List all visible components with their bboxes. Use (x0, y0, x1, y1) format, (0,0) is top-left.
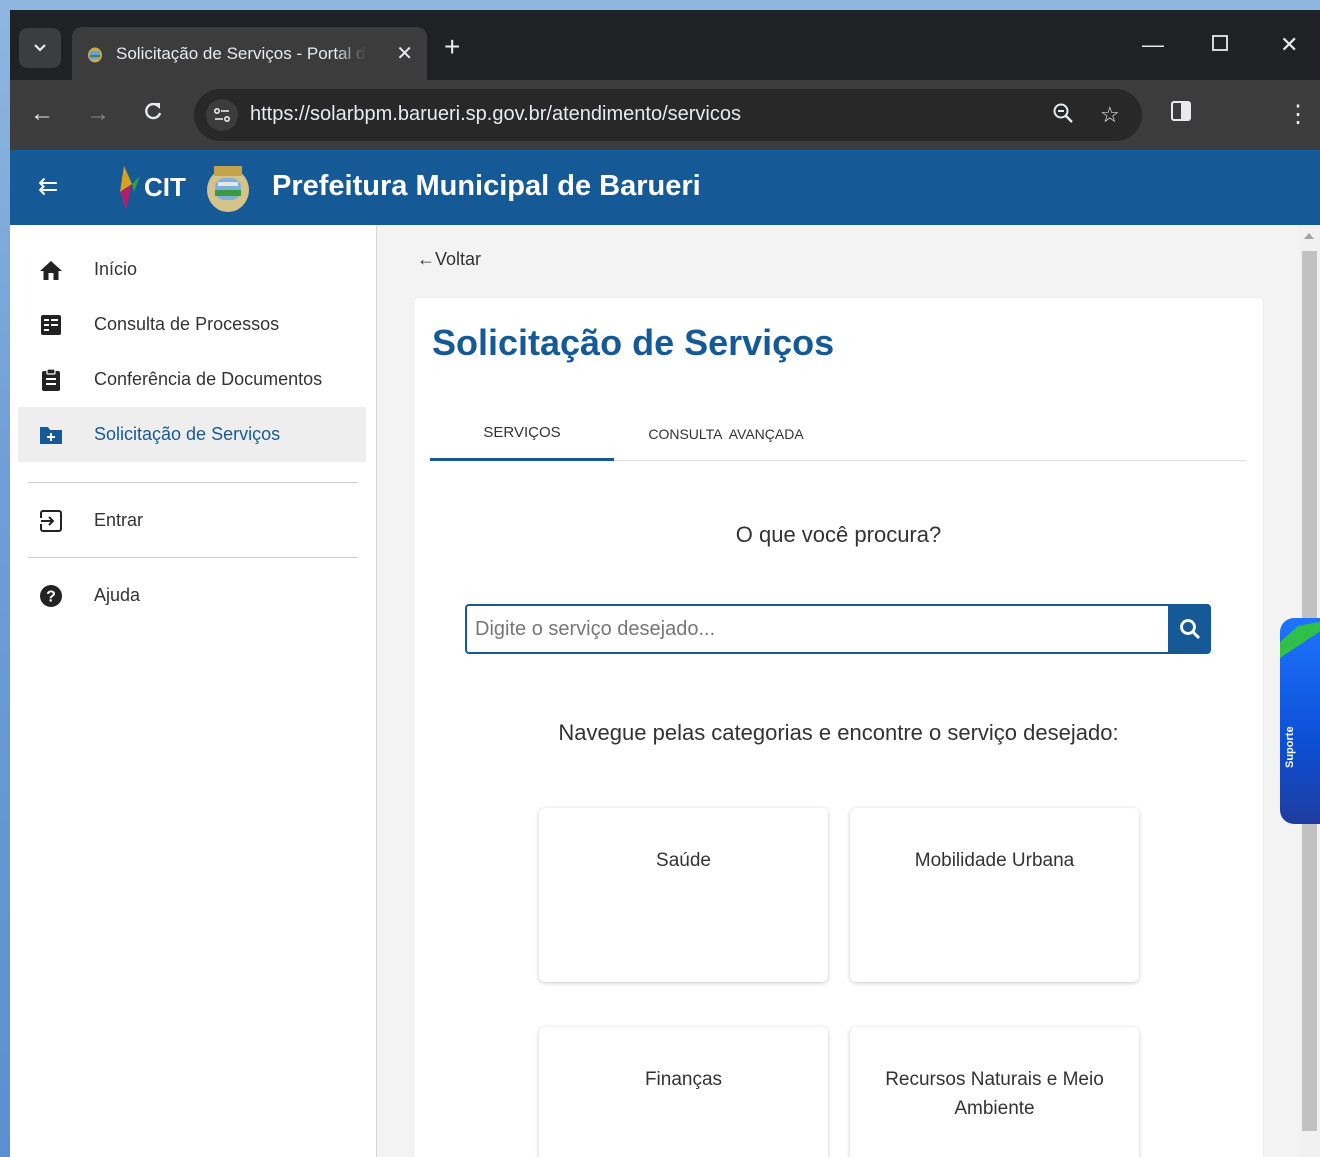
category-card-mobilidade-urbana[interactable]: Mobilidade Urbana (850, 808, 1139, 982)
support-accent (1280, 618, 1320, 658)
side-panel-icon[interactable] (1170, 100, 1192, 129)
sidebar-item-solicitacao-servicos[interactable]: Solicitação de Serviços (18, 407, 366, 462)
zoom-icon[interactable] (1052, 102, 1074, 130)
category-card-recursos-naturais[interactable]: Recursos Naturais e Meio Ambiente (850, 1027, 1139, 1157)
plus-icon[interactable]: + (444, 33, 460, 61)
window-close-icon[interactable]: ✕ (1280, 32, 1298, 58)
logo-text: CIT (144, 172, 186, 202)
tab-consulta-avancada[interactable]: CONSULTA AVANÇADA (614, 406, 838, 461)
tabs-row: SERVIÇOS CONSULTA AVANÇADA (430, 406, 1246, 461)
support-widget[interactable]: Suporte (1280, 618, 1320, 824)
search-bar (465, 604, 1211, 654)
search-prompt: O que você procura? (735, 522, 942, 547)
close-icon[interactable]: ✕ (396, 41, 413, 66)
search-input[interactable] (465, 604, 1168, 654)
barueri-crest-icon (207, 166, 249, 212)
forward-arrow-icon[interactable]: → (86, 100, 110, 128)
sidebar-item-label: Início (94, 259, 138, 279)
tab-servicos[interactable]: SERVIÇOS (430, 406, 614, 461)
site-settings-icon[interactable] (206, 99, 238, 131)
collapse-menu-icon[interactable]: ⇇ (38, 172, 58, 201)
sidebar-item-label: Conferência de Documentos (94, 369, 323, 389)
more-menu-icon[interactable]: ⋮ (1286, 100, 1310, 129)
search-button[interactable] (1168, 604, 1211, 654)
support-label: Suporte (1284, 726, 1296, 768)
list-icon (38, 312, 64, 338)
back-label: Voltar (435, 249, 482, 269)
cit-logo: CIT (120, 166, 186, 210)
maximize-icon[interactable] (1211, 32, 1229, 58)
login-icon (38, 508, 64, 534)
bookmark-star-icon[interactable]: ☆ (1100, 102, 1120, 128)
page-title: Solicitação de Serviços (432, 322, 835, 363)
browser-window: Solicitação de Serviços - Portal de ✕ + … (10, 10, 1320, 1157)
help-icon: ? (38, 583, 64, 609)
search-icon (1179, 619, 1200, 640)
browser-toolbar: ← → https://solarbpm.barueri.sp.gov.br/a… (10, 80, 1320, 150)
folder-plus-icon (38, 422, 64, 448)
sidebar-item-inicio[interactable]: Início (18, 242, 366, 297)
main-content: ←Voltar Solicitação de Serviços SERVIÇOS… (377, 225, 1299, 1157)
categories-hint: Navegue pelas categorias e encontre o se… (558, 720, 1119, 745)
app-title: Prefeitura Municipal de Barueri (272, 170, 701, 202)
sidebar-item-label: Solicitação de Serviços (94, 424, 281, 444)
sidebar-item-ajuda[interactable]: ? Ajuda (18, 568, 366, 623)
sidebar: Início Consulta de Processos Conferência… (10, 225, 377, 1157)
home-icon (38, 257, 64, 283)
sidebar-divider (28, 482, 358, 483)
app-header: ⇇ CIT Prefeitura Municipal de Barueri (10, 150, 1320, 225)
sidebar-item-label: Ajuda (94, 585, 141, 605)
browser-tab[interactable]: Solicitação de Serviços - Portal de ✕ (72, 27, 427, 80)
category-card-saude[interactable]: Saúde (539, 808, 828, 982)
back-arrow-icon[interactable]: ← (30, 100, 54, 128)
barueri-crest-icon (88, 47, 102, 62)
sidebar-item-consulta-processos[interactable]: Consulta de Processos (18, 297, 366, 352)
address-bar[interactable]: https://solarbpm.barueri.sp.gov.br/atend… (194, 89, 1142, 141)
chevron-down-icon (34, 44, 46, 52)
sidebar-item-label: Entrar (94, 510, 144, 530)
back-link[interactable]: ←Voltar (417, 249, 481, 270)
services-card: Solicitação de Serviços SERVIÇOS CONSULT… (414, 298, 1263, 1157)
sidebar-divider (28, 557, 358, 558)
svg-text:?: ? (46, 588, 56, 605)
back-arrow-icon: ← (417, 249, 435, 269)
tab-search-button[interactable] (19, 28, 61, 68)
scroll-up-icon[interactable] (1304, 233, 1314, 239)
sidebar-item-entrar[interactable]: Entrar (18, 493, 366, 548)
url-text: https://solarbpm.barueri.sp.gov.br/atend… (250, 103, 741, 125)
category-card-financas[interactable]: Finanças (539, 1027, 828, 1157)
clipboard-icon (38, 367, 64, 393)
sidebar-item-label: Consulta de Processos (94, 314, 280, 334)
minimize-icon[interactable]: — (1142, 32, 1164, 58)
sidebar-item-conferencia-documentos[interactable]: Conferência de Documentos (18, 352, 366, 407)
tab-strip: Solicitação de Serviços - Portal de ✕ + … (10, 10, 1320, 80)
tab-title: Solicitação de Serviços - Portal de (116, 43, 366, 63)
reload-icon[interactable] (142, 100, 164, 129)
